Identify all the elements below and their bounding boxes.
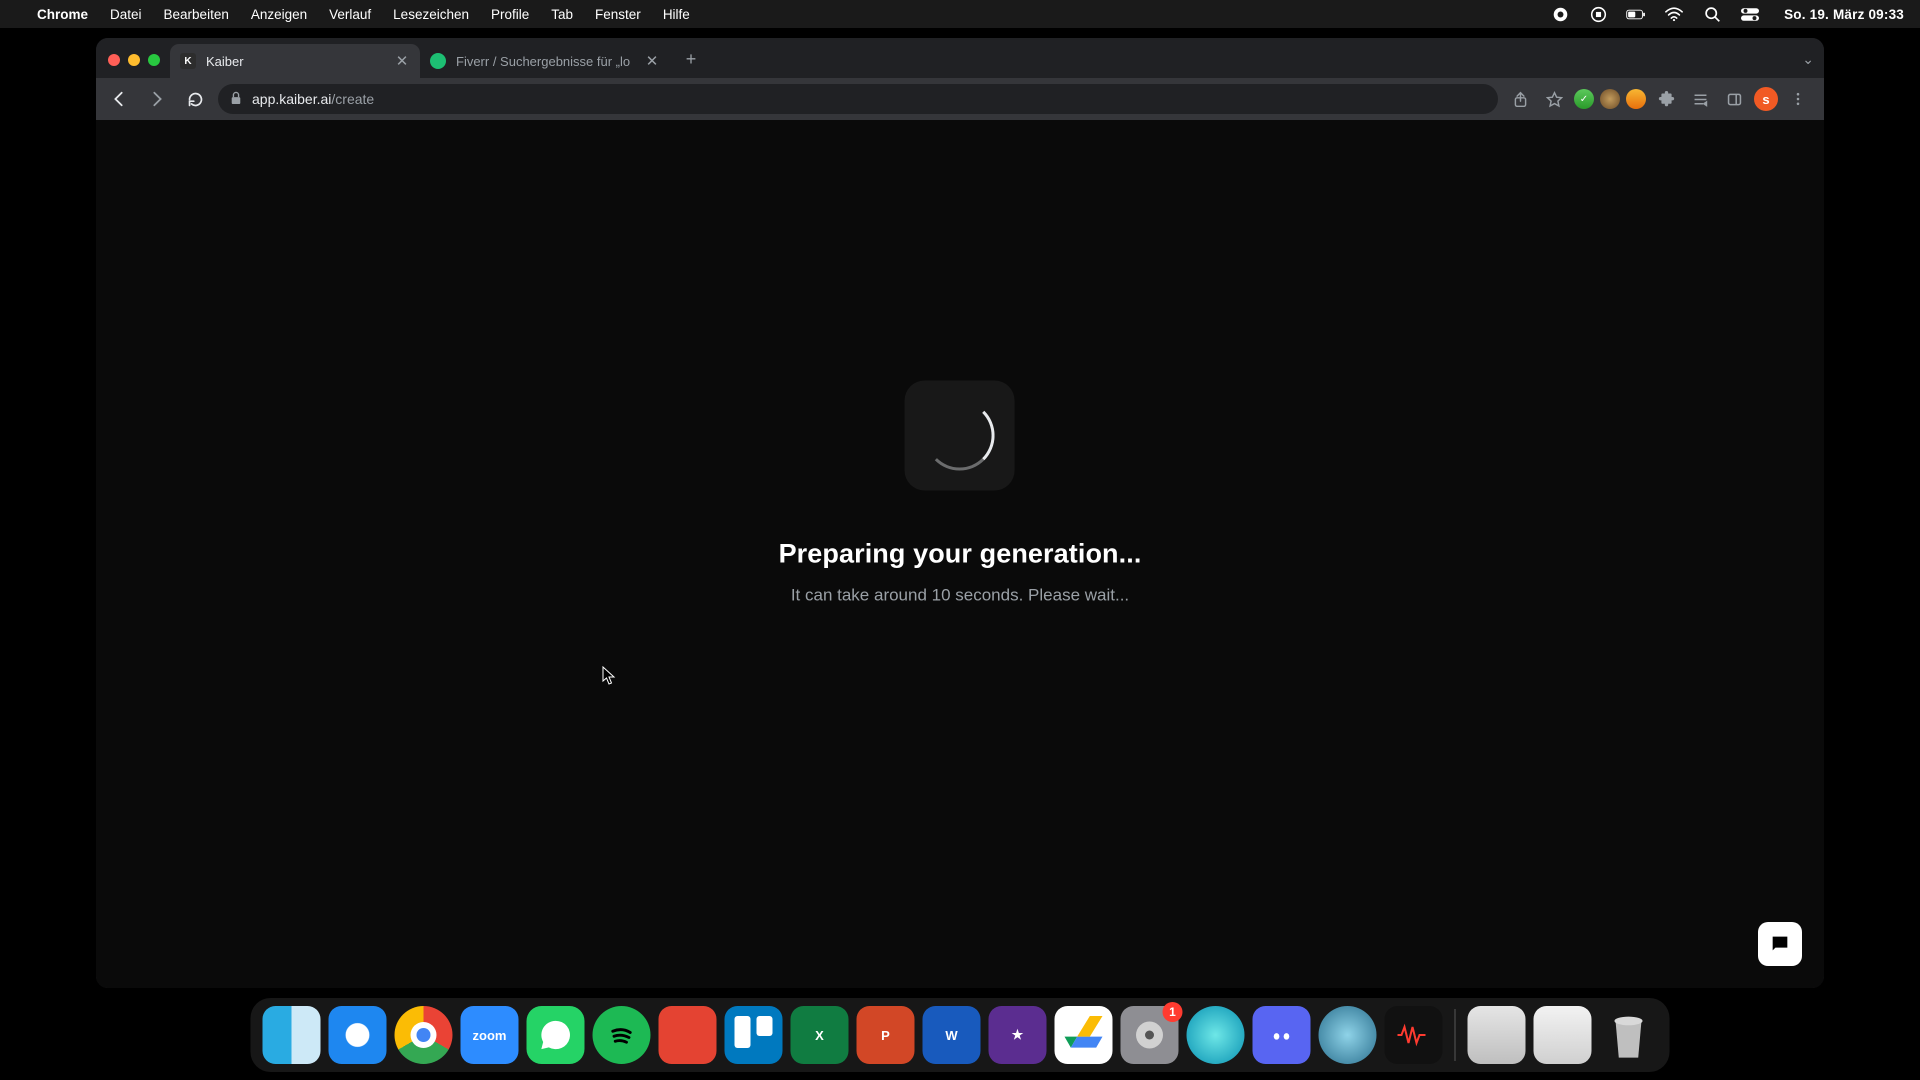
spotlight-search-icon[interactable] [1702,5,1722,23]
record-status-icon[interactable] [1550,5,1570,23]
spinner-icon [905,381,1015,491]
menubar-item-datei[interactable]: Datei [110,7,142,22]
dock-googledrive[interactable] [1055,1006,1113,1064]
dock-chrome[interactable] [395,1006,453,1064]
loading-panel: Preparing your generation... It can take… [779,381,1142,606]
nav-back-button[interactable] [104,84,134,114]
dock-trash[interactable] [1600,1006,1658,1064]
dock-imovie[interactable]: ★ [989,1006,1047,1064]
dock-folder[interactable] [1534,1006,1592,1064]
dock-whatsapp[interactable] [527,1006,585,1064]
window-controls [106,54,170,78]
control-center-icon[interactable] [1740,5,1760,23]
window-close-button[interactable] [108,54,120,66]
url-text: app.kaiber.ai/create [252,91,374,107]
nav-reload-button[interactable] [180,84,210,114]
stop-record-icon[interactable] [1588,5,1608,23]
tab-favicon-fiverr [430,53,446,69]
extensions-puzzle-icon[interactable] [1652,85,1680,113]
menubar-app-name[interactable]: Chrome [37,7,88,22]
menubar-item-fenster[interactable]: Fenster [595,7,641,22]
tab-kaiber[interactable]: K Kaiber ✕ [170,44,420,78]
chrome-window: K Kaiber ✕ Fiverr / Suchergebnisse für „… [96,38,1824,988]
loading-subtext: It can take around 10 seconds. Please wa… [791,586,1129,606]
dock-excel[interactable]: X [791,1006,849,1064]
extension-shield-icon[interactable]: ✓ [1574,89,1594,109]
close-tab-icon[interactable]: ✕ [644,53,660,69]
nav-forward-button[interactable] [142,84,172,114]
dock-system-settings[interactable]: 1 [1121,1006,1179,1064]
tab-fiverr[interactable]: Fiverr / Suchergebnisse für „lo ✕ [420,44,670,78]
profile-avatar[interactable]: s [1754,87,1778,111]
dock-spotify[interactable] [593,1006,651,1064]
close-tab-icon[interactable]: ✕ [394,53,410,69]
bookmark-star-icon[interactable] [1540,85,1568,113]
tab-title: Kaiber [206,54,384,69]
menubar-item-bearbeiten[interactable]: Bearbeiten [164,7,229,22]
wifi-icon[interactable] [1664,5,1684,23]
share-icon[interactable] [1506,85,1534,113]
battery-icon[interactable] [1626,5,1646,23]
dock-quicktime[interactable] [1319,1006,1377,1064]
menubar-item-verlauf[interactable]: Verlauf [329,7,371,22]
tab-title: Fiverr / Suchergebnisse für „lo [456,54,634,69]
window-maximize-button[interactable] [148,54,160,66]
dock-finder[interactable] [263,1006,321,1064]
dock-zoom[interactable]: zoom [461,1006,519,1064]
reading-list-icon[interactable] [1686,85,1714,113]
side-panel-icon[interactable] [1720,85,1748,113]
dock-voice-memos[interactable] [1385,1006,1443,1064]
page-viewport: Preparing your generation... It can take… [96,120,1824,988]
address-bar[interactable]: app.kaiber.ai/create [218,84,1498,114]
window-minimize-button[interactable] [128,54,140,66]
dock-discord[interactable] [1253,1006,1311,1064]
extension-icon-2[interactable] [1626,89,1646,109]
dock-app-generic-1[interactable] [1187,1006,1245,1064]
tab-favicon-kaiber: K [180,53,196,69]
browser-toolbar: app.kaiber.ai/create ✓ s [96,78,1824,120]
dock-trello[interactable] [725,1006,783,1064]
dock-todoist[interactable] [659,1006,717,1064]
extension-icon-1[interactable] [1600,89,1620,109]
dock-powerpoint[interactable]: P [857,1006,915,1064]
dock-separator [1455,1009,1456,1061]
loading-headline: Preparing your generation... [779,539,1142,570]
macos-menubar: Chrome Datei Bearbeiten Anzeigen Verlauf… [0,0,1920,28]
lock-icon[interactable] [230,91,242,108]
support-chat-button[interactable] [1758,922,1802,966]
dock-safari[interactable] [329,1006,387,1064]
dock-badge: 1 [1163,1002,1183,1022]
dock-word[interactable]: W [923,1006,981,1064]
new-tab-button[interactable]: + [676,44,706,74]
tab-strip: K Kaiber ✕ Fiverr / Suchergebnisse für „… [96,38,1824,78]
menubar-item-profile[interactable]: Profile [491,7,529,22]
dock-downloads[interactable] [1468,1006,1526,1064]
tab-dropdown-icon[interactable]: ⌄ [1802,51,1814,68]
menubar-clock[interactable]: So. 19. März 09:33 [1784,7,1904,22]
macos-dock: zoom X P W ★ 1 [251,998,1670,1072]
menubar-item-tab[interactable]: Tab [551,7,573,22]
overflow-menu-icon[interactable] [1784,85,1812,113]
menubar-item-hilfe[interactable]: Hilfe [663,7,690,22]
menubar-item-lesezeichen[interactable]: Lesezeichen [393,7,469,22]
menubar-item-anzeigen[interactable]: Anzeigen [251,7,307,22]
